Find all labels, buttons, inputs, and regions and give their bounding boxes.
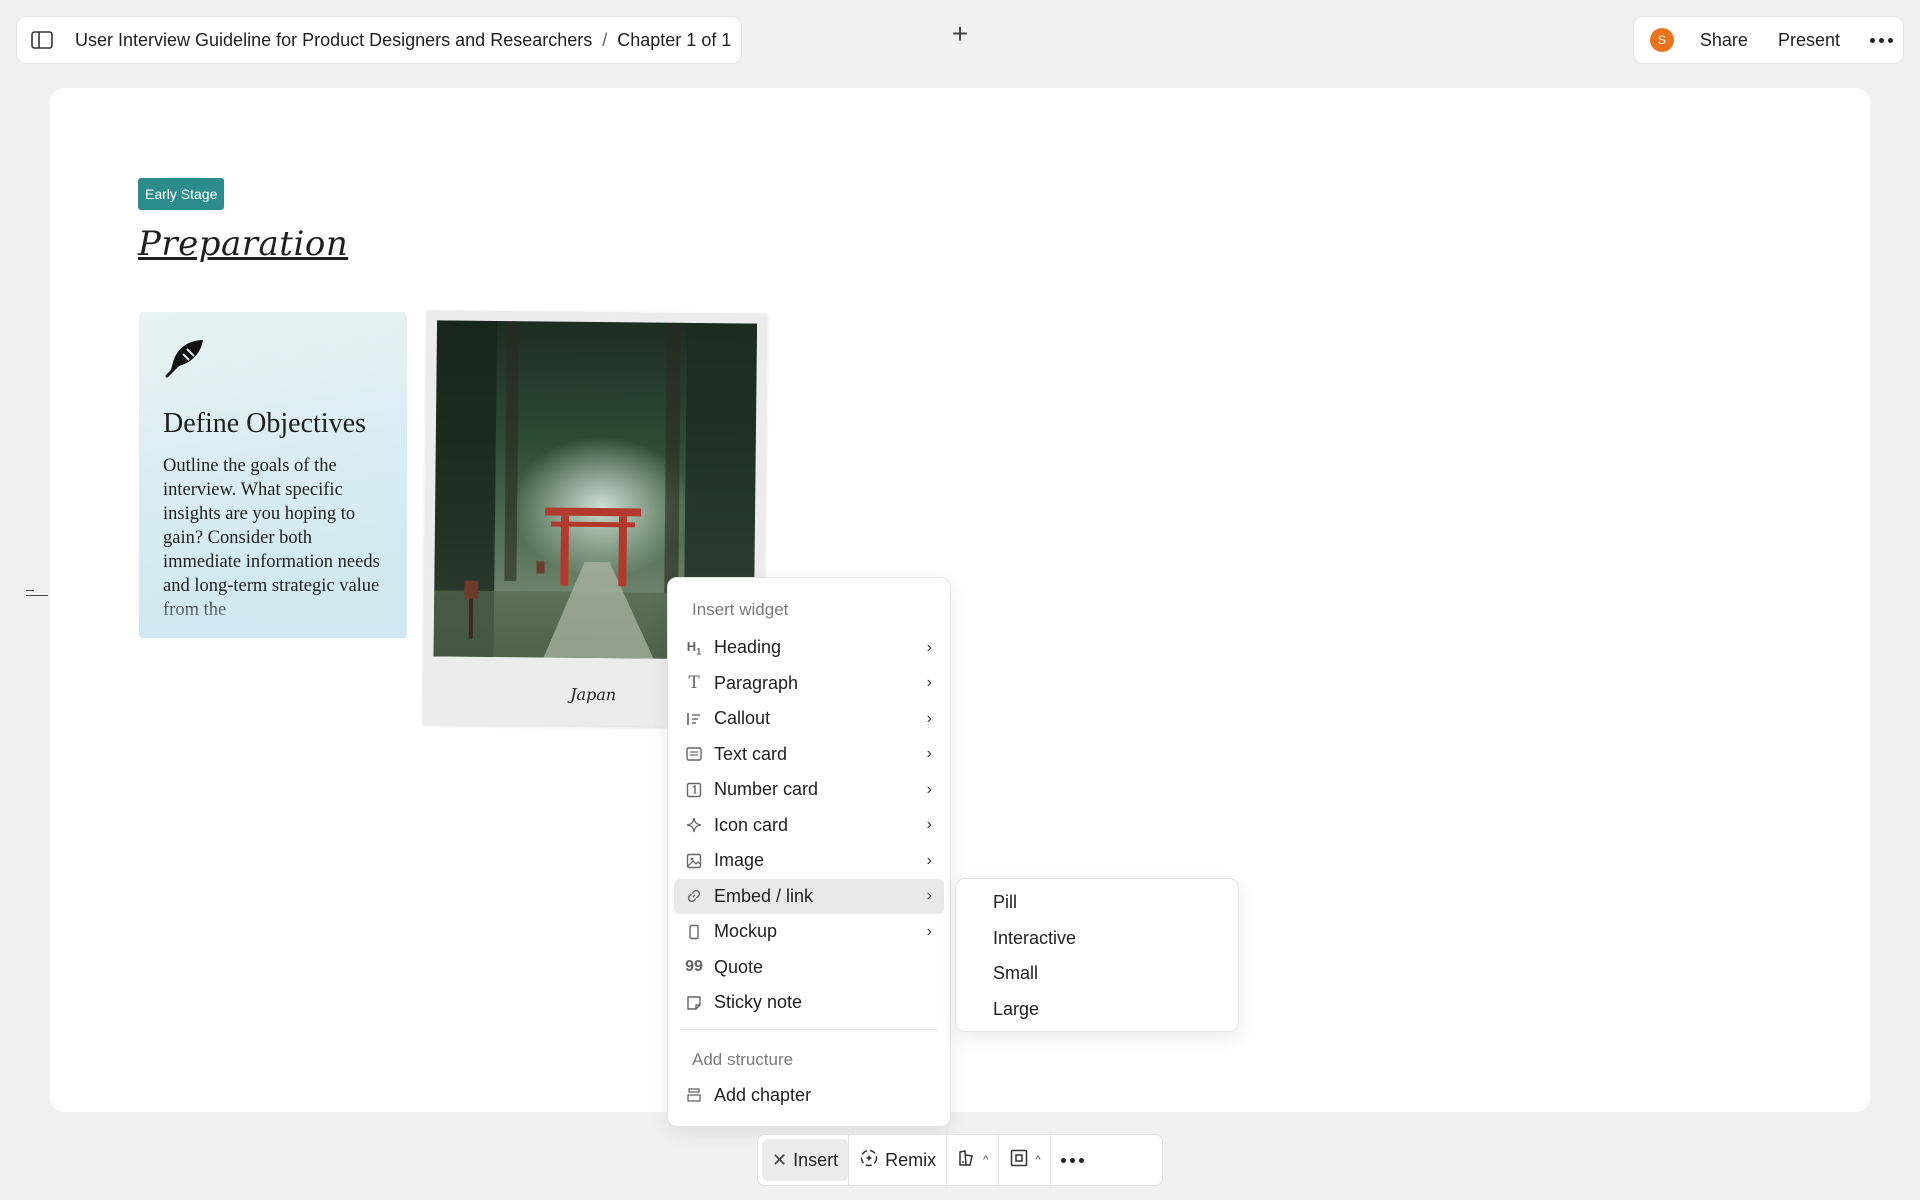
embed-link-submenu: Pill Interactive Small Large: [955, 878, 1239, 1032]
number-card-icon: [684, 780, 704, 800]
menu-item-label: Text card: [714, 743, 788, 764]
chevron-right-icon: ›: [926, 674, 932, 692]
remix-label: Remix: [885, 1149, 937, 1170]
chevron-right-icon: ›: [926, 638, 932, 656]
add-structure-label: Add structure: [692, 1049, 794, 1069]
menu-item-number-card[interactable]: Number card ›: [674, 772, 944, 808]
menu-item-embed-link[interactable]: Embed / link ›: [674, 878, 944, 914]
menu-item-quote[interactable]: 99 Quote: [674, 950, 944, 986]
remix-button[interactable]: Remix: [849, 1139, 946, 1181]
share-button[interactable]: Share: [1700, 30, 1748, 51]
menu-item-image[interactable]: Image ›: [674, 843, 944, 879]
chevron-right-icon: ›: [926, 709, 932, 727]
insert-label: Insert: [793, 1149, 839, 1170]
card-heading: Define Objectives: [163, 408, 366, 439]
chevron-right-icon: ›: [926, 780, 932, 798]
menu-item-label: Add chapter: [714, 1084, 812, 1105]
insert-widget-menu: Insert widget H1 Heading › T Paragraph ›…: [667, 577, 951, 1127]
document-title[interactable]: User Interview Guideline for Product Des…: [75, 30, 592, 51]
submenu-item-small[interactable]: Small: [962, 956, 1232, 992]
menu-item-add-chapter[interactable]: Add chapter: [674, 1078, 944, 1114]
chevron-right-icon: ›: [926, 851, 932, 869]
submenu-item-interactive[interactable]: Interactive: [962, 921, 1232, 957]
chapter-indicator[interactable]: Chapter 1 of 1: [617, 30, 731, 51]
drag-handle-icon[interactable]: [26, 590, 48, 600]
menu-item-label: Image: [714, 850, 765, 871]
feather-icon: [163, 336, 207, 380]
chevron-right-icon: ›: [926, 887, 932, 905]
image-icon: [684, 851, 704, 871]
close-icon: ✕: [772, 1149, 788, 1170]
chevron-right-icon: ›: [926, 745, 932, 763]
menu-item-label: Quote: [714, 956, 764, 977]
menu-item-label: Callout: [714, 708, 771, 729]
more-options-icon[interactable]: [1870, 37, 1893, 43]
link-icon: [684, 886, 704, 906]
text-card[interactable]: Define Objectives Outline the goals of t…: [139, 312, 407, 638]
callout-icon: [684, 709, 704, 729]
page-title[interactable]: Preparation: [138, 224, 348, 264]
paint-swatch-icon: [957, 1148, 977, 1173]
submenu-item-large[interactable]: Large: [962, 992, 1232, 1028]
add-page-button[interactable]: +: [944, 18, 976, 50]
menu-item-paragraph[interactable]: T Paragraph ›: [674, 666, 944, 702]
menu-divider: [680, 1028, 938, 1030]
text-card-icon: [684, 744, 704, 764]
insert-toggle-button[interactable]: ✕ Insert: [762, 1139, 849, 1181]
menu-item-label: Embed / link: [714, 885, 814, 906]
quote-icon: 99: [685, 958, 703, 976]
menu-item-heading[interactable]: H1 Heading ›: [674, 630, 944, 666]
chevron-right-icon: ›: [926, 922, 932, 940]
more-options-icon: [1061, 1157, 1085, 1163]
menu-item-label: Number card: [714, 779, 819, 800]
sidebar-toggle-icon[interactable]: [29, 27, 55, 53]
menu-item-label: Heading: [714, 637, 782, 658]
breadcrumb-separator: /: [602, 29, 608, 50]
chevron-up-icon: ^: [983, 1154, 989, 1166]
header-actions: S Share Present: [1632, 16, 1904, 64]
layout-button[interactable]: ^: [999, 1139, 1050, 1181]
menu-item-sticky-note[interactable]: Sticky note: [674, 985, 944, 1021]
chevron-up-icon: ^: [1035, 1154, 1041, 1166]
menu-item-label: Mockup: [714, 921, 778, 942]
remix-icon: [859, 1148, 879, 1173]
menu-item-label: Paragraph: [714, 672, 799, 693]
chevron-right-icon: ›: [926, 816, 932, 834]
sticky-note-icon: [684, 993, 704, 1013]
heading-icon: H1: [686, 638, 702, 657]
menu-item-icon-card[interactable]: Icon card ›: [674, 808, 944, 844]
sparkle-icon: [684, 815, 704, 835]
breadcrumb: User Interview Guideline for Product Des…: [16, 16, 743, 64]
menu-item-callout[interactable]: Callout ›: [674, 701, 944, 737]
status-badge[interactable]: Early Stage: [138, 178, 225, 210]
phone-icon: [684, 922, 704, 942]
bottom-toolbar: ✕ Insert Remix ^ ^: [757, 1134, 1163, 1186]
menu-item-label: Sticky note: [714, 992, 803, 1013]
card-body: Outline the goals of the interview. What…: [163, 456, 380, 620]
menu-item-label: Icon card: [714, 814, 789, 835]
toolbar-more-button[interactable]: [1051, 1139, 1094, 1181]
frame-icon: [1009, 1148, 1029, 1173]
avatar[interactable]: S: [1649, 28, 1674, 52]
submenu-item-pill[interactable]: Pill: [962, 885, 1232, 921]
theme-button[interactable]: ^: [947, 1139, 998, 1181]
chapter-icon: [684, 1085, 704, 1105]
present-button[interactable]: Present: [1778, 30, 1840, 51]
insert-widget-label: Insert widget: [692, 600, 789, 619]
menu-item-text-card[interactable]: Text card ›: [674, 737, 944, 773]
paragraph-icon: T: [688, 673, 700, 694]
menu-item-mockup[interactable]: Mockup ›: [674, 914, 944, 950]
